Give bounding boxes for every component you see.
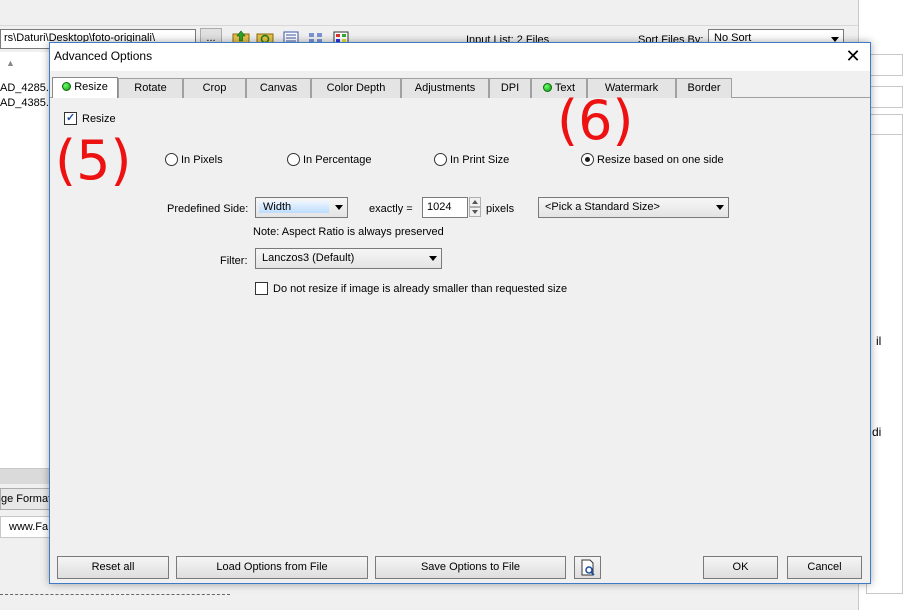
background-horizontal-scrollbar[interactable] [0, 468, 50, 484]
background-right-field[interactable] [866, 86, 903, 108]
tab-color-depth[interactable]: Color Depth [311, 78, 401, 98]
tab-label: DPI [500, 82, 520, 94]
background-right-field[interactable] [866, 54, 903, 76]
background-divider [0, 594, 230, 595]
mode-in-percentage-radio[interactable] [287, 153, 300, 166]
background-right-text: di [872, 425, 882, 439]
dialog-titlebar[interactable]: Advanced Options ✕ [50, 43, 870, 71]
mode-in-pixels-radio[interactable] [165, 153, 178, 166]
status-green-dot-icon [542, 83, 552, 92]
load-options-button[interactable]: Load Options from File [176, 556, 368, 579]
chevron-down-icon [716, 205, 724, 210]
tab-label: Adjustments [414, 82, 476, 94]
status-green-dot-icon [62, 82, 72, 91]
background-right-text-area [866, 134, 903, 594]
cancel-button[interactable]: Cancel [787, 556, 862, 579]
background-image-format-button[interactable]: ge Format [0, 488, 50, 510]
filter-select[interactable]: Lanczos3 (Default) [255, 248, 442, 269]
annotation-5: (5) [55, 129, 132, 192]
exactly-value-input[interactable]: 1024 [422, 197, 468, 218]
reset-all-button[interactable]: Reset all [57, 556, 169, 579]
standard-size-select[interactable]: <Pick a Standard Size> [538, 197, 729, 218]
mode-one-side-radio[interactable] [581, 153, 594, 166]
chevron-down-icon [429, 256, 437, 261]
mode-in-percentage-label: In Percentage [303, 154, 372, 166]
document-magnifier-icon [581, 559, 595, 576]
tab-label: Canvas [259, 82, 298, 94]
resize-tab-panel: Resize In Pixels In Percentage In Print … [50, 94, 870, 543]
exactly-value-stepper[interactable] [469, 197, 481, 218]
tab-adjustments[interactable]: Adjustments [401, 78, 489, 98]
close-icon[interactable]: ✕ [836, 43, 870, 71]
mode-one-side-label: Resize based on one side [597, 154, 724, 166]
mode-in-print-size-label: In Print Size [450, 154, 510, 166]
resize-enable-checkbox[interactable] [64, 111, 77, 125]
filter-label: Filter: [220, 255, 248, 267]
tab-label: Resize [74, 81, 108, 93]
standard-size-value: <Pick a Standard Size> [545, 201, 660, 213]
no-upscale-label: Do not resize if image is already smalle… [273, 283, 568, 295]
tab-label: Color Depth [326, 82, 386, 94]
aspect-ratio-note: Note: Aspect Ratio is always preserved [253, 226, 444, 238]
ok-button[interactable]: OK [703, 556, 778, 579]
tab-border[interactable]: Border [676, 78, 732, 98]
mode-in-pixels-label: In Pixels [181, 154, 223, 166]
tab-dpi[interactable]: DPI [489, 78, 531, 98]
no-upscale-checkbox[interactable] [255, 282, 268, 295]
tab-label: Rotate [134, 82, 167, 94]
background-right-text: il [876, 334, 882, 348]
save-options-button[interactable]: Save Options to File [375, 556, 566, 579]
predefined-side-value: Width [259, 201, 329, 213]
background-website-link[interactable]: www.Fa [0, 516, 50, 538]
predefined-side-select[interactable]: Width [255, 197, 348, 218]
exactly-label: exactly = [369, 203, 413, 215]
filter-value: Lanczos3 (Default) [262, 252, 355, 264]
dialog-title: Advanced Options [54, 49, 153, 63]
spin-up-icon[interactable] [469, 197, 481, 207]
predefined-side-label: Predefined Side: [167, 203, 249, 215]
tab-rotate[interactable]: Rotate [118, 78, 183, 98]
chevron-down-icon [335, 205, 343, 210]
background-right-field[interactable] [866, 114, 903, 136]
annotation-6: (6) [557, 89, 634, 152]
spin-down-icon[interactable] [469, 207, 481, 217]
preview-button[interactable] [574, 556, 601, 579]
tab-crop[interactable]: Crop [183, 78, 246, 98]
background-file-list[interactable] [0, 52, 50, 482]
tab-resize[interactable]: Resize [52, 77, 118, 98]
background-menu-strip [0, 0, 858, 26]
advanced-options-dialog: Advanced Options ✕ Resize Rotate Crop Ca… [49, 42, 871, 584]
tab-label: Crop [202, 82, 227, 94]
mode-in-print-size-radio[interactable] [434, 153, 447, 166]
resize-enable-label: Resize [82, 113, 116, 125]
tab-canvas[interactable]: Canvas [246, 78, 311, 98]
tab-label: Border [687, 82, 721, 94]
pixels-label: pixels [486, 203, 515, 215]
options-tab-bar: Resize Rotate Crop Canvas Color Depth Ad… [50, 77, 870, 98]
scroll-up-icon[interactable]: ▲ [6, 58, 15, 68]
